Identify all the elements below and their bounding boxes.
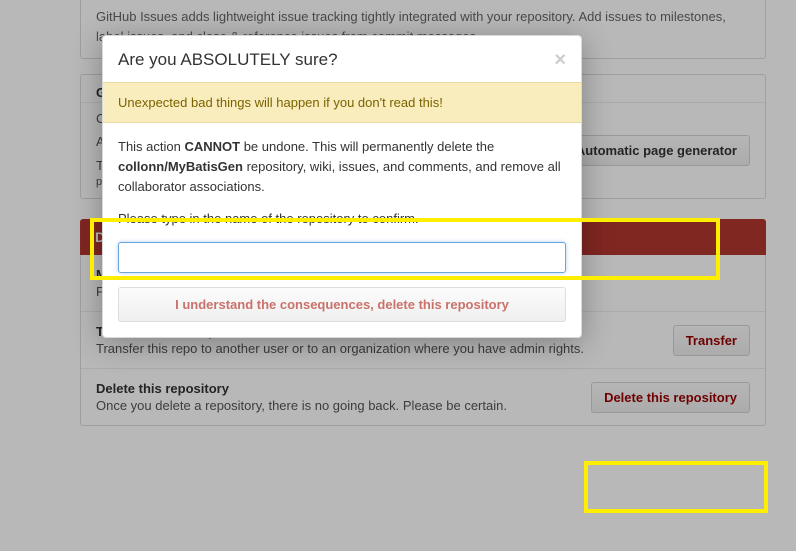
- repo-name: collonn/MyBatisGen: [118, 159, 243, 174]
- modal-prompt: Please type in the name of the repositor…: [118, 209, 566, 229]
- close-icon[interactable]: ×: [554, 50, 566, 70]
- modal-header: Are you ABSOLUTELY sure? ×: [103, 36, 581, 82]
- modal-explanation: This action CANNOT be undone. This will …: [118, 137, 566, 197]
- confirm-delete-button[interactable]: I understand the consequences, delete th…: [118, 287, 566, 322]
- confirm-delete-modal: Are you ABSOLUTELY sure? × Unexpected ba…: [102, 35, 582, 338]
- modal-body: This action CANNOT be undone. This will …: [103, 123, 581, 337]
- repo-name-confirm-input[interactable]: [118, 242, 566, 273]
- modal-title: Are you ABSOLUTELY sure?: [118, 50, 338, 70]
- modal-warning-banner: Unexpected bad things will happen if you…: [103, 82, 581, 123]
